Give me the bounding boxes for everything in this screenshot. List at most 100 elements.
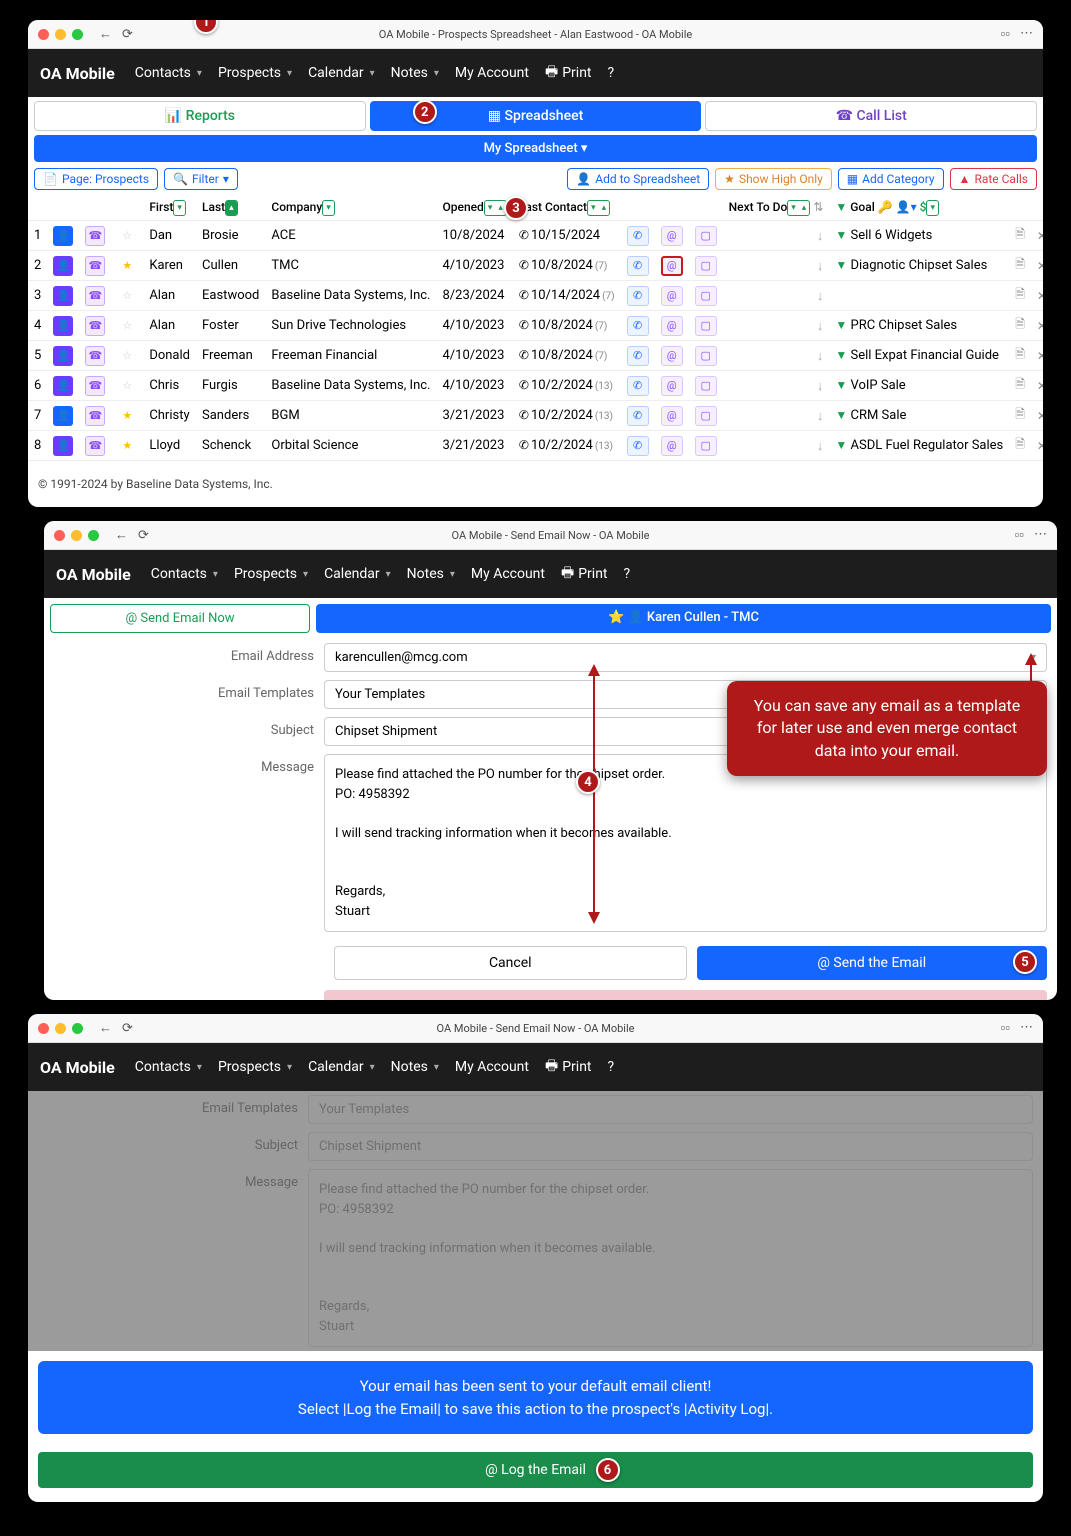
remove-icon[interactable]: ✕: [1037, 319, 1043, 333]
call-action-icon[interactable]: ✆: [627, 346, 649, 366]
table-row[interactable]: 6👤☎☆ChrisFurgisBaseline Data Systems, In…: [28, 371, 1043, 401]
note-icon[interactable]: 🗎: [1015, 287, 1025, 301]
message-action-icon[interactable]: ▢: [695, 226, 717, 246]
menu-prospects[interactable]: Prospects: [212, 61, 298, 85]
table-row[interactable]: 8👤☎★LloydSchenckOrbital Science3/21/2023…: [28, 431, 1043, 461]
message-action-icon[interactable]: ▢: [695, 346, 717, 366]
menu-notes[interactable]: Notes: [385, 61, 445, 85]
table-row[interactable]: 3👤☎☆AlanEastwoodBaseline Data Systems, I…: [28, 281, 1043, 311]
menu-account[interactable]: My Account: [465, 562, 551, 586]
note-icon[interactable]: 🗎: [1015, 407, 1025, 421]
message-action-icon[interactable]: ▢: [695, 256, 717, 276]
phone-icon[interactable]: ☎: [85, 436, 105, 456]
star-icon[interactable]: ☆: [117, 346, 137, 366]
table-row[interactable]: 1👤☎☆DanBrosieACE10/8/202410/15/2024✆@▢↓▼…: [28, 221, 1043, 251]
tab-spreadsheet[interactable]: 2 ▦ Spreadsheet: [370, 101, 702, 131]
col-goal[interactable]: ▼ Goal 🔑 👤▾ $▾: [829, 196, 1009, 221]
add-category-button[interactable]: ▦ Add Category: [838, 168, 944, 190]
col-last[interactable]: Last▴: [196, 196, 265, 221]
rate-calls-button[interactable]: ▲ Rate Calls: [950, 168, 1037, 190]
remove-icon[interactable]: ✕: [1037, 349, 1043, 363]
menu-calendar[interactable]: Calendar: [318, 562, 397, 586]
col-company[interactable]: Company▾: [265, 196, 436, 221]
email-action-icon[interactable]: @: [661, 436, 683, 456]
filter-button[interactable]: 🔍 Filter ▾: [164, 168, 238, 190]
email-action-icon[interactable]: @: [661, 376, 683, 396]
email-action-icon[interactable]: @: [661, 346, 683, 366]
star-icon[interactable]: ☆: [117, 376, 137, 396]
message-action-icon[interactable]: ▢: [695, 436, 717, 456]
menu-print[interactable]: 🖶 Print: [539, 57, 598, 89]
show-high-button[interactable]: ★ Show High Only: [715, 168, 832, 190]
col-opened[interactable]: Opened▾▴: [437, 196, 513, 221]
phone-icon[interactable]: ☎: [85, 286, 105, 306]
remove-icon[interactable]: ✕: [1037, 259, 1043, 273]
person-icon[interactable]: 👤: [53, 286, 73, 306]
star-icon[interactable]: ★: [117, 406, 137, 426]
menu-prospects[interactable]: Prospects: [212, 1055, 298, 1079]
email-action-icon[interactable]: @: [661, 286, 683, 306]
col-lastcontact[interactable]: Last Contact▾▴: [513, 196, 621, 221]
menu-help[interactable]: ?: [602, 1055, 621, 1079]
subbar-myspreadsheet[interactable]: My Spreadsheet ▾: [34, 135, 1037, 162]
call-action-icon[interactable]: ✆: [627, 316, 649, 336]
email-action-icon[interactable]: @: [661, 256, 683, 276]
email-action-icon[interactable]: @: [661, 226, 683, 246]
message-action-icon[interactable]: ▢: [695, 376, 717, 396]
tab-calllist[interactable]: ☎ Call List: [705, 101, 1037, 131]
email-action-icon[interactable]: @: [661, 316, 683, 336]
star-icon[interactable]: ★: [117, 256, 137, 276]
cancel-button[interactable]: Cancel: [334, 946, 687, 980]
email-action-icon[interactable]: @: [661, 406, 683, 426]
phone-icon[interactable]: ☎: [85, 256, 105, 276]
phone-icon[interactable]: ☎: [85, 316, 105, 336]
message-field[interactable]: Please find attached the PO number for t…: [324, 754, 1047, 932]
call-action-icon[interactable]: ✆: [627, 226, 649, 246]
phone-icon[interactable]: ☎: [85, 226, 105, 246]
phone-icon[interactable]: ☎: [85, 376, 105, 396]
log-email-button[interactable]: @ Log the Email 6: [38, 1452, 1033, 1488]
menu-contacts[interactable]: Contacts: [129, 61, 208, 85]
table-row[interactable]: 4👤☎☆AlanFosterSun Drive Technologies4/10…: [28, 311, 1043, 341]
send-email-button[interactable]: @ Send the Email 5: [697, 946, 1048, 980]
call-action-icon[interactable]: ✆: [627, 286, 649, 306]
table-row[interactable]: 5👤☎☆DonaldFreemanFreeman Financial4/10/2…: [28, 341, 1043, 371]
phone-icon[interactable]: ☎: [85, 406, 105, 426]
menu-help[interactable]: ?: [618, 562, 637, 586]
menu-account[interactable]: My Account: [449, 1055, 535, 1079]
call-action-icon[interactable]: ✆: [627, 436, 649, 456]
page-button[interactable]: 📄 Page: Prospects: [34, 168, 158, 190]
menu-calendar[interactable]: Calendar: [302, 61, 381, 85]
menu-calendar[interactable]: Calendar: [302, 1055, 381, 1079]
email-field[interactable]: karencullen@mcg.com: [324, 643, 1047, 672]
person-icon[interactable]: 👤: [53, 436, 73, 456]
menu-notes[interactable]: Notes: [385, 1055, 445, 1079]
call-action-icon[interactable]: ✆: [627, 376, 649, 396]
star-icon[interactable]: ☆: [117, 226, 137, 246]
star-icon[interactable]: ☆: [117, 316, 137, 336]
note-icon[interactable]: 🗎: [1015, 227, 1025, 241]
star-icon[interactable]: ★: [117, 436, 137, 456]
menu-help[interactable]: ?: [602, 61, 621, 85]
person-icon[interactable]: 👤: [53, 406, 73, 426]
remove-icon[interactable]: ✕: [1037, 409, 1043, 423]
remove-icon[interactable]: ✕: [1037, 439, 1043, 453]
menu-account[interactable]: My Account: [449, 61, 535, 85]
note-icon[interactable]: 🗎: [1015, 437, 1025, 451]
col-first[interactable]: First▾: [143, 196, 196, 221]
message-action-icon[interactable]: ▢: [695, 406, 717, 426]
table-row[interactable]: 7👤☎★ChristySandersBGM3/21/202310/2/2024(…: [28, 401, 1043, 431]
note-icon[interactable]: 🗎: [1015, 257, 1025, 271]
person-icon[interactable]: 👤: [53, 226, 73, 246]
menu-print[interactable]: 🖶 Print: [555, 558, 614, 590]
star-icon[interactable]: ☆: [117, 286, 137, 306]
remove-icon[interactable]: ✕: [1037, 379, 1043, 393]
send-email-now-button[interactable]: @ Send Email Now: [50, 604, 310, 633]
call-action-icon[interactable]: ✆: [627, 406, 649, 426]
menu-notes[interactable]: Notes: [401, 562, 461, 586]
message-action-icon[interactable]: ▢: [695, 286, 717, 306]
person-icon[interactable]: 👤: [53, 316, 73, 336]
menu-prospects[interactable]: Prospects: [228, 562, 314, 586]
note-icon[interactable]: 🗎: [1015, 377, 1025, 391]
message-action-icon[interactable]: ▢: [695, 316, 717, 336]
